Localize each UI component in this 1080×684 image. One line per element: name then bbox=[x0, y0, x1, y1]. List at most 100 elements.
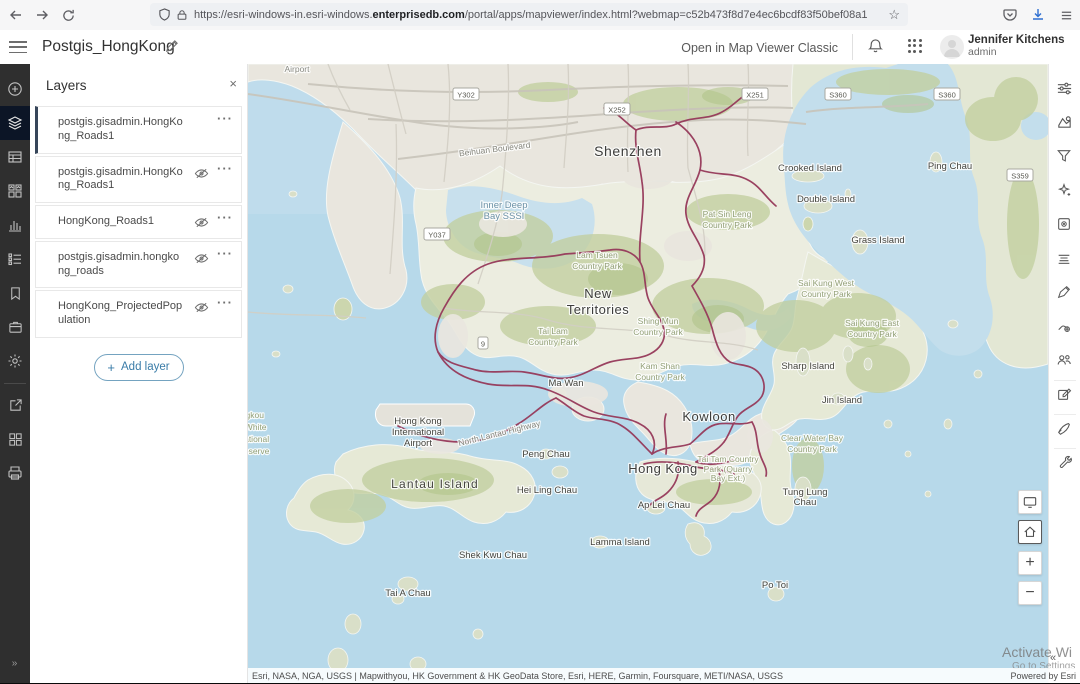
layer-options-dots-icon[interactable]: ··· bbox=[217, 295, 233, 310]
map-label: Sai Kung West bbox=[798, 278, 855, 288]
open-in-classic-link[interactable]: Open in Map Viewer Classic bbox=[681, 41, 838, 55]
map-label: Shek Kwu Chau bbox=[459, 550, 527, 561]
route-shield-label: S360 bbox=[829, 91, 847, 100]
user-info[interactable]: Jennifer Kitchens admin bbox=[968, 34, 1072, 58]
pocket-icon[interactable] bbox=[1000, 5, 1020, 25]
legend-icon[interactable] bbox=[0, 242, 30, 276]
fields-icon[interactable] bbox=[1056, 250, 1074, 268]
layers-panel: Layers × postgis.gisadmin.HongKong_Roads… bbox=[30, 64, 248, 683]
app-launcher-grid-icon[interactable] bbox=[908, 39, 924, 55]
map-properties-gear-icon[interactable] bbox=[0, 344, 30, 378]
download-icon[interactable] bbox=[1028, 5, 1048, 25]
layer-options-dots-icon[interactable]: ··· bbox=[217, 161, 233, 176]
visibility-eye-slash-icon[interactable] bbox=[194, 300, 209, 315]
expand-sidebar-icon[interactable]: » bbox=[0, 658, 30, 669]
layer-name: postgis.gisadmin.hongkong_roads bbox=[58, 251, 183, 279]
map-tools-wrench-icon[interactable] bbox=[1056, 454, 1074, 472]
styles-icon[interactable] bbox=[1056, 114, 1074, 132]
map-label: New bbox=[584, 286, 612, 301]
tracking-shield-icon[interactable] bbox=[158, 8, 171, 21]
map-label: Ap Lei Chau bbox=[638, 500, 690, 511]
attribution-text: Esri, NASA, NGA, USGS | Mapwithyou, HK G… bbox=[252, 671, 783, 681]
layer-list-item[interactable]: postgis.gisadmin.HongKong_Roads1 ··· bbox=[35, 156, 242, 204]
properties-sliders-icon[interactable] bbox=[1056, 80, 1074, 98]
map-canvas[interactable]: Y302X252X251S360S360S359Y0379 AirportShe… bbox=[248, 64, 1048, 683]
layer-options-dots-icon[interactable]: ··· bbox=[217, 246, 233, 261]
tables-icon[interactable] bbox=[0, 140, 30, 174]
add-layer-button[interactable]: +Add layer bbox=[94, 354, 184, 381]
map-label: Bay Ext.) bbox=[711, 473, 746, 483]
layer-list-item[interactable]: HongKong_Roads1 ··· bbox=[35, 205, 242, 239]
layer-list-item[interactable]: postgis.gisadmin.HongKong_Roads1 ··· bbox=[35, 106, 242, 154]
popups-icon[interactable] bbox=[1056, 216, 1074, 234]
layer-list-item[interactable]: postgis.gisadmin.hongkong_roads ··· bbox=[35, 241, 242, 289]
route-shield-label: S359 bbox=[1011, 172, 1029, 181]
user-name: Jennifer Kitchens bbox=[968, 34, 1072, 46]
edit-title-pencil-icon[interactable] bbox=[164, 39, 179, 54]
notifications-bell-icon[interactable] bbox=[867, 38, 884, 55]
zoom-out-button[interactable]: − bbox=[1018, 581, 1042, 605]
sketch-pen-icon[interactable] bbox=[1056, 420, 1074, 438]
analysis-icon[interactable] bbox=[1056, 318, 1074, 336]
print-icon[interactable] bbox=[0, 456, 30, 490]
close-icon[interactable]: × bbox=[229, 76, 237, 91]
forward-icon[interactable] bbox=[32, 5, 52, 25]
layer-options-dots-icon[interactable]: ··· bbox=[217, 210, 233, 225]
map-label: Country Park bbox=[572, 261, 622, 271]
address-bar[interactable]: https://esri-windows-in.esri-windows.ent… bbox=[150, 3, 908, 26]
route-shield-label: Y037 bbox=[428, 231, 446, 240]
basemap-icon[interactable] bbox=[0, 174, 30, 208]
filter-funnel-icon[interactable] bbox=[1056, 148, 1074, 166]
layer-name: postgis.gisadmin.HongKong_Roads1 bbox=[58, 166, 183, 194]
map-label: Country Park bbox=[633, 327, 683, 337]
zoom-in-button[interactable]: + bbox=[1018, 551, 1042, 575]
back-icon[interactable] bbox=[6, 5, 26, 25]
overview-monitor-button[interactable] bbox=[1018, 490, 1042, 514]
visibility-eye-slash-icon[interactable] bbox=[194, 251, 209, 266]
map-label: Kam Shan bbox=[640, 361, 680, 371]
layer-name: postgis.gisadmin.HongKong_Roads1 bbox=[58, 116, 183, 144]
map-label: Hei Ling Chau bbox=[517, 485, 577, 496]
map-label: Sai Kung East bbox=[845, 318, 900, 328]
right-settings-toolbar bbox=[1048, 64, 1080, 683]
map-label: Peng Chau bbox=[522, 449, 570, 460]
map-label: Country Park bbox=[635, 372, 685, 382]
lock-icon[interactable] bbox=[176, 9, 188, 21]
avatar[interactable] bbox=[940, 35, 964, 59]
create-app-icon[interactable] bbox=[0, 422, 30, 456]
layers-panel-title: Layers bbox=[46, 78, 87, 93]
share-icon[interactable] bbox=[0, 388, 30, 422]
map-label: Ping Chau bbox=[928, 161, 972, 172]
sidebar-divider bbox=[4, 383, 26, 384]
sharing-people-icon[interactable] bbox=[1056, 352, 1074, 370]
map-label: Grass Island bbox=[851, 235, 904, 246]
map-label: Hong Kong bbox=[394, 416, 442, 427]
charts-icon[interactable] bbox=[0, 208, 30, 242]
browser-menu-icon[interactable] bbox=[1056, 5, 1076, 25]
save-icon[interactable] bbox=[0, 310, 30, 344]
layer-name: HongKong_ProjectedPopulation bbox=[58, 300, 183, 328]
visibility-eye-slash-icon[interactable] bbox=[194, 166, 209, 181]
bookmarks-icon[interactable] bbox=[0, 276, 30, 310]
bookmark-star-icon[interactable]: ☆ bbox=[888, 7, 900, 23]
app-menu-icon[interactable] bbox=[9, 41, 27, 53]
map-label: Kowloon bbox=[682, 409, 735, 424]
edit-icon[interactable] bbox=[1056, 386, 1074, 404]
attribution-toggle-icon[interactable]: « bbox=[1050, 652, 1056, 664]
add-layer-label: Add layer bbox=[121, 361, 170, 373]
reload-icon[interactable] bbox=[58, 5, 78, 25]
visibility-eye-slash-icon[interactable] bbox=[194, 215, 209, 230]
map-label: Country Park bbox=[847, 329, 897, 339]
page-title: Postgis_HongKong bbox=[42, 38, 175, 56]
layer-name: HongKong_Roads1 bbox=[58, 215, 183, 229]
url-text[interactable]: https://esri-windows-in.esri-windows.ent… bbox=[194, 9, 884, 21]
map-label: Jin Island bbox=[822, 395, 862, 406]
layer-list-item[interactable]: HongKong_ProjectedPopulation ··· bbox=[35, 290, 242, 338]
layers-icon[interactable] bbox=[0, 106, 30, 140]
layer-options-dots-icon[interactable]: ··· bbox=[217, 111, 233, 126]
map-label: n National bbox=[248, 434, 269, 444]
effects-sparkle-icon[interactable] bbox=[1056, 182, 1074, 200]
home-button[interactable] bbox=[1018, 520, 1042, 544]
add-icon[interactable] bbox=[0, 72, 30, 106]
labels-pencil-icon[interactable] bbox=[1056, 284, 1074, 302]
